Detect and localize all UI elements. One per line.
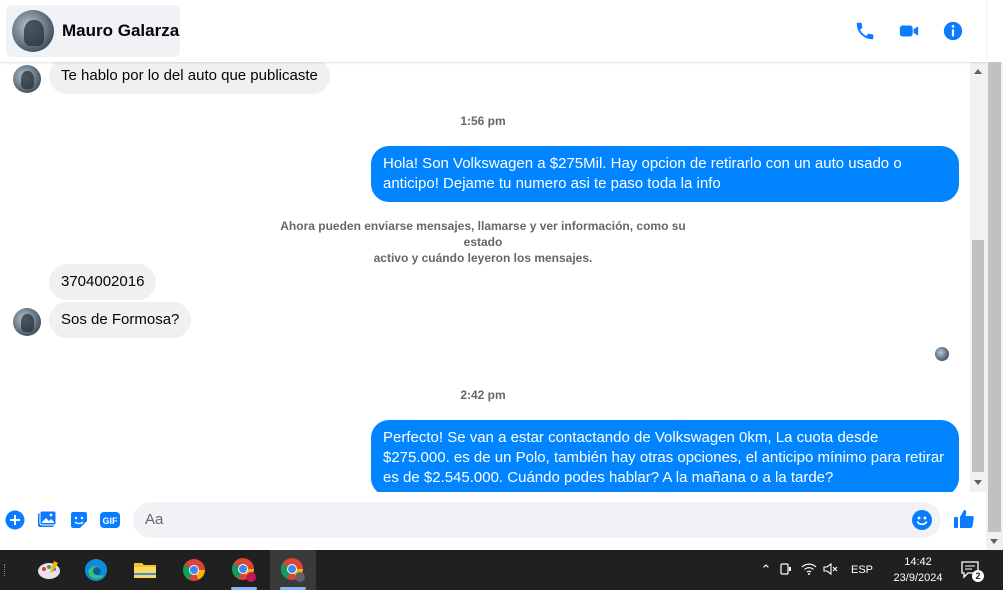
language-indicator[interactable]: ESP bbox=[842, 564, 882, 576]
phone-icon[interactable] bbox=[852, 18, 878, 44]
chat-scrollbar[interactable] bbox=[970, 62, 986, 492]
scroll-up-arrow-icon[interactable] bbox=[974, 69, 982, 74]
chrome-incognito-icon[interactable] bbox=[270, 550, 316, 590]
message-timestamp: 2:42 pm bbox=[460, 388, 506, 402]
device-icon[interactable] bbox=[774, 562, 798, 579]
system-notice: Ahora pueden enviarse mensajes, llamarse… bbox=[263, 218, 703, 266]
thumbs-up-icon[interactable] bbox=[952, 507, 976, 531]
system-notice-line: Ahora pueden enviarse mensajes, llamarse… bbox=[280, 219, 686, 249]
contact-card[interactable]: Mauro Galarza bbox=[6, 5, 180, 57]
message-composer: GIF Aa bbox=[0, 492, 986, 550]
edge-icon[interactable] bbox=[73, 550, 119, 590]
read-receipt-avatar bbox=[935, 347, 949, 361]
message-timestamp: 1:56 pm bbox=[460, 114, 506, 128]
taskbar-gripper bbox=[4, 564, 7, 576]
gif-label: GIF bbox=[103, 516, 119, 526]
message-incoming[interactable]: 3704002016 bbox=[49, 264, 157, 300]
page-scrollbar[interactable] bbox=[986, 62, 1003, 550]
sender-avatar[interactable] bbox=[13, 65, 41, 93]
chrome-icon[interactable] bbox=[171, 550, 217, 590]
taskbar-clock[interactable]: 14:42 23/9/2024 bbox=[886, 554, 950, 586]
wifi-icon[interactable] bbox=[798, 562, 820, 579]
windows-taskbar: ⌃ ESP 14:42 23/9/2024 2 bbox=[0, 550, 1003, 590]
notifications-icon[interactable]: 2 bbox=[960, 560, 984, 582]
system-notice-line: activo y cuándo leyeron los mensajes. bbox=[373, 251, 593, 265]
system-tray: ⌃ ESP bbox=[758, 550, 882, 590]
message-list[interactable]: Te hablo por lo del auto que publicaste … bbox=[0, 62, 970, 492]
message-outgoing[interactable]: Hola! Son Volkswagen a $275Mil. Hay opci… bbox=[371, 146, 959, 202]
sender-avatar[interactable] bbox=[13, 308, 41, 336]
gif-icon[interactable]: GIF bbox=[99, 509, 121, 531]
message-incoming[interactable]: Sos de Formosa? bbox=[49, 302, 192, 338]
chrome-profile-icon[interactable] bbox=[221, 550, 267, 590]
clock-date: 23/9/2024 bbox=[893, 572, 943, 584]
notification-count-badge: 2 bbox=[972, 570, 984, 582]
sticker-icon[interactable] bbox=[68, 509, 90, 531]
paint-icon[interactable] bbox=[26, 550, 72, 590]
info-icon[interactable] bbox=[940, 18, 966, 44]
video-icon[interactable] bbox=[896, 18, 922, 44]
message-incoming[interactable]: Te hablo por lo del auto que publicaste bbox=[49, 62, 330, 94]
header-actions bbox=[852, 18, 966, 44]
clock-time: 14:42 bbox=[904, 556, 932, 568]
scroll-down-arrow-icon[interactable] bbox=[974, 480, 982, 485]
file-explorer-icon[interactable] bbox=[122, 550, 168, 590]
image-icon[interactable] bbox=[36, 509, 58, 531]
message-input-placeholder: Aa bbox=[145, 511, 164, 528]
chevron-up-icon[interactable]: ⌃ bbox=[758, 562, 774, 578]
plus-icon[interactable] bbox=[4, 509, 26, 531]
contact-avatar[interactable] bbox=[12, 10, 54, 52]
message-input[interactable]: Aa bbox=[133, 502, 941, 538]
scroll-thumb[interactable] bbox=[972, 240, 984, 472]
page-scroll-thumb[interactable] bbox=[988, 62, 1001, 532]
page-scroll-down-arrow-icon[interactable] bbox=[990, 539, 998, 544]
emoji-icon[interactable] bbox=[911, 509, 933, 531]
message-outgoing[interactable]: Perfecto! Se van a estar contactando de … bbox=[371, 420, 959, 492]
volume-muted-icon[interactable] bbox=[820, 562, 842, 579]
chat-header: Mauro Galarza bbox=[0, 0, 986, 62]
contact-name[interactable]: Mauro Galarza bbox=[62, 21, 179, 41]
